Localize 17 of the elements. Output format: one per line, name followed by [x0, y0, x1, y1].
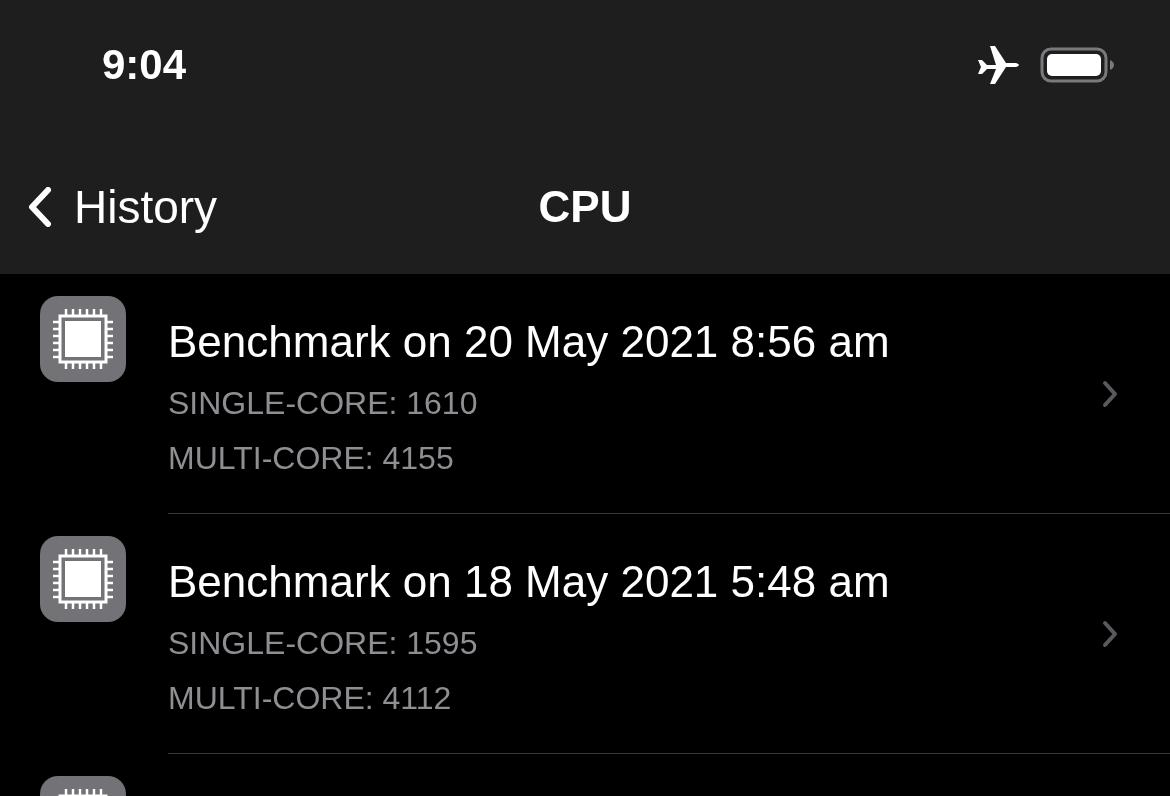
benchmark-row[interactable]: Benchmark on 20 May 2021 8:56 am SINGLE-CORE: 1610 MULTI-CORE: 4155	[0, 274, 1170, 514]
nav-title: CPU	[538, 182, 632, 232]
back-chevron-icon	[28, 187, 52, 227]
score-label: MULTI-CORE: 4155	[168, 439, 454, 478]
cpu-chip-icon	[40, 536, 126, 622]
score-label: SINGLE-CORE: 1595	[168, 624, 478, 663]
benchmark-row[interactable]: Benchmark on 18 May 2021 5:48 am SINGLE-CORE: 1595 MULTI-CORE: 4112	[0, 514, 1170, 754]
battery-icon	[1040, 46, 1116, 84]
benchmark-title: Benchmark on 18 May 2021 5:48 am	[168, 556, 890, 608]
status-time: 9:04	[102, 41, 187, 89]
cpu-chip-icon	[40, 296, 126, 382]
benchmark-title: Benchmark on 20 May 2021 8:56 am	[168, 316, 890, 368]
score-label: SINGLE-CORE: 1610	[168, 384, 478, 423]
back-button[interactable]: History	[0, 180, 218, 234]
chevron-right-icon	[1102, 380, 1118, 408]
score-label: MULTI-CORE: 4112	[168, 679, 452, 718]
chevron-right-icon	[1102, 620, 1118, 648]
